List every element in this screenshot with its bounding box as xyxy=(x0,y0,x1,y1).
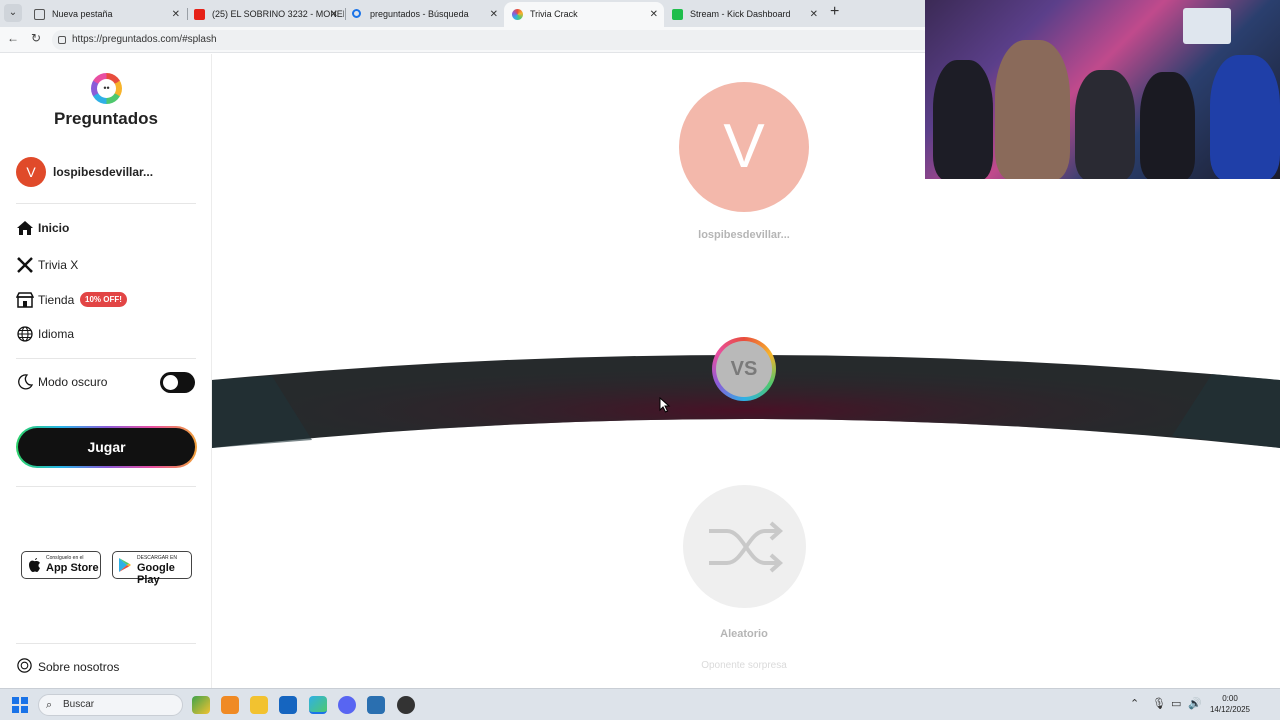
taskbar-app-icon[interactable] xyxy=(192,696,210,714)
vs-badge: VS xyxy=(712,337,776,401)
app-store-label: App Store xyxy=(46,562,99,574)
globe-icon xyxy=(16,325,34,343)
chevron-up-icon[interactable]: ⌃ xyxy=(1130,697,1139,710)
store-icon xyxy=(15,291,35,309)
avatar: V xyxy=(16,157,46,187)
player1-avatar: V xyxy=(679,82,809,212)
reload-icon[interactable]: ↻ xyxy=(31,31,41,45)
tab-list-button[interactable]: ⌄ xyxy=(4,4,22,22)
url-field[interactable]: https://preguntados.com/#splash xyxy=(52,30,932,50)
close-icon[interactable]: ✕ xyxy=(810,2,818,27)
network-icon[interactable]: ▭ xyxy=(1171,697,1181,710)
about-us-link[interactable]: Sobre nosotros xyxy=(16,657,196,677)
mouse-cursor-icon xyxy=(659,397,671,413)
tab-title: (25) EL SOBRINO 3232 - MONEDA xyxy=(212,9,344,19)
about-us-label: Sobre nosotros xyxy=(38,660,120,674)
home-icon xyxy=(16,219,34,237)
discount-badge: 10% OFF! xyxy=(80,292,127,307)
tab-trivia-crack[interactable]: Trivia Crack ✕ xyxy=(504,2,664,27)
logo-text[interactable]: Preguntados xyxy=(0,109,212,129)
dark-mode-toggle[interactable] xyxy=(160,372,195,393)
taskbar-search-box[interactable]: ⌕ Buscar xyxy=(38,694,183,716)
google-play-button[interactable]: DESCARGAR EN Google Play xyxy=(112,551,192,586)
tab-title: Trivia Crack xyxy=(530,9,578,19)
apple-icon xyxy=(27,557,41,577)
sidebar-item-label: Inicio xyxy=(38,221,70,235)
vs-label: VS xyxy=(716,341,772,397)
sidebar-item-label: Tienda xyxy=(38,293,75,307)
windows-start-icon[interactable] xyxy=(12,697,28,713)
info-circle-icon xyxy=(16,657,33,679)
close-icon[interactable]: ✕ xyxy=(650,2,658,27)
app-store-button[interactable]: Consíguelo en el App Store xyxy=(21,551,101,579)
youtube-icon xyxy=(194,9,205,20)
taskbar: ⌕ Buscar ⌃ 🎙 ▭ 🔊 0:00 14/12/2025 xyxy=(0,688,1280,720)
microphone-icon[interactable]: 🎙 xyxy=(1152,697,1166,710)
shuffle-icon xyxy=(709,521,784,573)
player1-name: lospibesdevillar... xyxy=(698,229,790,241)
tab-kick-dashboard[interactable]: Stream - Kick Dashboard ✕ xyxy=(664,2,824,27)
sidebar-item-label: Idioma xyxy=(38,327,75,341)
search-icon xyxy=(352,9,361,18)
back-arrow-icon[interactable]: ← xyxy=(7,31,19,45)
store-app-icon[interactable] xyxy=(367,696,385,714)
search-icon: ⌕ xyxy=(46,699,53,711)
divider xyxy=(16,643,196,644)
clock-time: 0:00 xyxy=(1222,694,1238,703)
system-clock[interactable]: 0:00 14/12/2025 xyxy=(1204,693,1256,715)
preguntados-logo-icon[interactable]: •• xyxy=(91,73,122,104)
volume-icon[interactable]: 🔊 xyxy=(1188,697,1202,710)
tab-youtube[interactable]: (25) EL SOBRINO 3232 - MONEDA ✕ xyxy=(186,2,344,27)
site-info-icon[interactable] xyxy=(58,36,66,44)
google-play-label: Google Play xyxy=(137,562,175,586)
preguntados-favicon-icon xyxy=(512,9,523,20)
kick-icon xyxy=(672,9,683,20)
file-explorer-icon[interactable] xyxy=(250,696,268,714)
clock-date: 14/12/2025 xyxy=(1209,705,1251,714)
close-icon[interactable]: ✕ xyxy=(490,2,498,27)
trivia-x-icon xyxy=(16,256,34,274)
search-placeholder: Buscar xyxy=(63,699,95,710)
play-button[interactable]: Jugar xyxy=(16,426,197,468)
webcam-overlay xyxy=(925,0,1280,179)
sidebar-item-label: Trivia X xyxy=(38,258,79,272)
url-text: https://preguntados.com/#splash xyxy=(72,34,217,45)
sidebar-item-tienda[interactable]: Tienda 10% OFF! xyxy=(15,290,196,312)
app-store-small-text: Consíguelo en el xyxy=(46,555,84,561)
new-tab-button[interactable]: + xyxy=(830,3,839,21)
obs-icon[interactable] xyxy=(397,696,415,714)
moon-icon xyxy=(16,373,34,391)
page-icon xyxy=(34,9,45,20)
play-button-label: Jugar xyxy=(18,428,195,466)
taskbar-app-icon[interactable] xyxy=(221,696,239,714)
tab-new-tab[interactable]: Nueva pestaña ✕ xyxy=(26,2,186,27)
tab-title: preguntados - Búsqueda xyxy=(370,9,469,19)
edge-browser-icon[interactable] xyxy=(309,696,327,714)
toggle-knob xyxy=(163,375,178,390)
sidebar-item-idioma[interactable]: Idioma xyxy=(16,324,196,346)
google-play-icon xyxy=(118,557,132,577)
outlook-icon[interactable] xyxy=(279,696,297,714)
divider xyxy=(16,358,196,359)
tab-title: Nueva pestaña xyxy=(52,9,113,19)
tab-search[interactable]: preguntados - Búsqueda ✕ xyxy=(344,2,504,27)
random-opponent-avatar xyxy=(683,485,806,608)
close-icon[interactable]: ✕ xyxy=(172,2,180,27)
sidebar-item-trivia-x[interactable]: Trivia X xyxy=(16,255,196,277)
sidebar-item-inicio[interactable]: Inicio xyxy=(16,218,196,240)
username: lospibesdevillar... xyxy=(53,165,154,179)
dark-mode-label: Modo oscuro xyxy=(38,375,108,389)
google-play-small-text: DESCARGAR EN xyxy=(137,555,178,561)
player2-subtitle: Oponente sorpresa xyxy=(701,660,787,671)
player2-name: Aleatorio xyxy=(720,628,768,640)
user-profile[interactable]: V lospibesdevillar... xyxy=(16,157,196,187)
tab-title: Stream - Kick Dashboard xyxy=(690,9,791,19)
close-icon[interactable]: ✕ xyxy=(330,2,338,27)
divider xyxy=(16,486,196,487)
discord-icon[interactable] xyxy=(338,696,356,714)
divider xyxy=(16,203,196,204)
sidebar: •• Preguntados V lospibesdevillar... Ini… xyxy=(0,54,212,688)
